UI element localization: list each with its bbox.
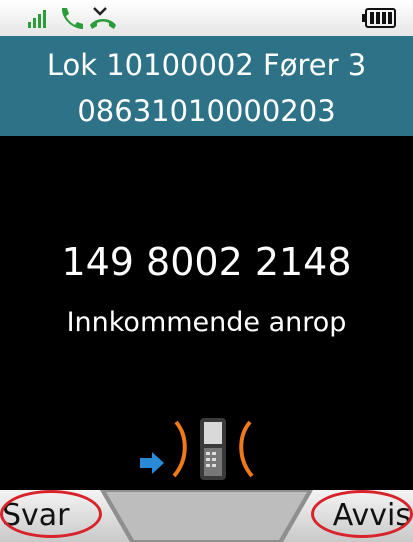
caller-number: 149 8002 2148 [61, 240, 352, 284]
call-status: Innkommende anrop [66, 307, 347, 338]
softkey-bar: Svar Avvis [0, 490, 413, 542]
signal-icon [28, 10, 46, 28]
softkey-center-tab [100, 490, 313, 542]
battery-icon [362, 8, 396, 28]
missed-call-icon [90, 7, 116, 29]
answer-button[interactable]: Svar [0, 490, 112, 542]
caller-header: Lok 10100002 Fører 3 08631010000203 [0, 36, 413, 136]
reject-button[interactable]: Avvis [301, 490, 413, 542]
incoming-call-animation-icon [140, 418, 254, 480]
status-bar [0, 0, 413, 36]
header-line-1: Lok 10100002 Fører 3 [46, 48, 367, 82]
header-line-2: 08631010000203 [77, 94, 336, 128]
incoming-arrow-icon [140, 452, 164, 474]
phone-icon [61, 8, 83, 29]
incoming-call-panel: 149 8002 2148 Innkommende anrop [0, 136, 413, 490]
mobile-phone-icon [200, 418, 226, 480]
